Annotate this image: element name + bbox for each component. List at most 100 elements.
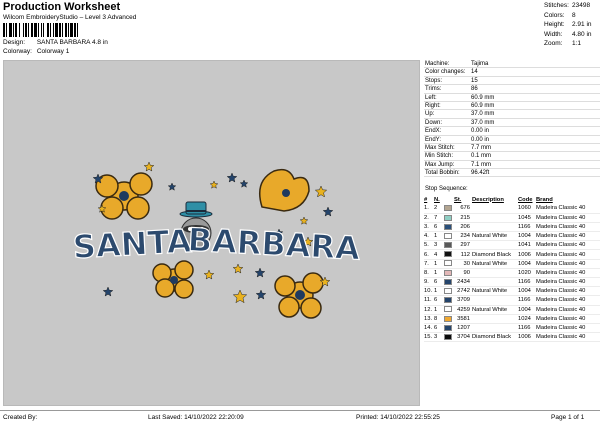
table-row: 14. 6 1207 1166 Madeira Classic 40 [424, 323, 600, 334]
info-label: Right: [425, 102, 441, 109]
row-index: 11. [424, 295, 434, 306]
info-value: 86 [471, 86, 478, 93]
row-swatch [444, 268, 454, 279]
table-row: 2. 7 215 1045 Madeira Classic 40 [424, 213, 600, 223]
info-row: Max Stitch: 7.7 mm [424, 144, 600, 153]
info-value: Tajima [471, 61, 489, 67]
info-label: Machine: [425, 61, 450, 67]
stat-label: Stitches: [544, 2, 569, 9]
machine-info: Machine: Tajima Color changes: 14 Stops: 15 Tr… [424, 60, 600, 178]
row-brand: Madeira Classic 40 [536, 286, 600, 297]
row-code: 1006 [518, 249, 536, 260]
row-brand: Madeira Classic 40 [536, 323, 600, 334]
stat-value: 23498 [572, 2, 591, 9]
col-needle: N. [434, 196, 440, 203]
row-stitches: 234 [454, 231, 472, 242]
info-label: Stops: [425, 77, 443, 84]
row-description [472, 314, 518, 324]
stat-colors: Colors: 8 [544, 11, 600, 21]
row-code: 1004 [518, 259, 536, 269]
row-brand: Madeira Classic 40 [536, 305, 600, 315]
info-value: 7.7 mm [471, 144, 492, 151]
flower-top-right [259, 168, 310, 212]
info-label: Total Bobbin: [425, 170, 460, 177]
color-swatch [444, 214, 452, 221]
color-swatch [444, 232, 452, 239]
info-row: Left: 60.9 mm [424, 94, 600, 102]
row-swatch [444, 204, 454, 214]
row-brand: Madeira Classic 40 [536, 204, 600, 214]
star-icon [254, 267, 266, 278]
table-row: 11. 6 3709 1166 Madeira Classic 40 [424, 295, 600, 306]
table-row: 1. 2 676 1060 Madeira Classic 40 [424, 204, 600, 214]
row-stitches: 676 [454, 204, 472, 214]
row-needle: 6 [434, 323, 444, 334]
color-swatch [444, 269, 452, 276]
star-icon [322, 206, 334, 217]
row-description [472, 213, 518, 223]
info-label: Max Stitch: [425, 144, 455, 151]
row-index: 3. [424, 222, 434, 233]
row-description: Natural White [472, 305, 518, 315]
row-brand: Madeira Classic 40 [536, 332, 600, 343]
row-brand: Madeira Classic 40 [536, 222, 600, 233]
row-description: Diamond Black [472, 249, 518, 260]
created-by: Created By: [3, 414, 38, 421]
row-needle: 7 [434, 213, 444, 223]
info-label: Up: [425, 111, 435, 118]
stat-label: Width: [544, 30, 563, 38]
stat-stitches: Stitches: 23498 [544, 1, 600, 11]
info-value: 60.9 mm [471, 94, 495, 101]
row-swatch [444, 259, 454, 269]
color-swatch [444, 251, 452, 258]
row-brand: Madeira Classic 40 [536, 249, 600, 260]
row-swatch [444, 277, 454, 288]
row-swatch [444, 240, 454, 251]
stat-width: Width: 4.80 in [544, 30, 600, 40]
info-row: Machine: Tajima [424, 60, 600, 69]
worksheet-header: Production Worksheet Wilcom EmbroiderySt… [0, 0, 600, 55]
info-row: EndX: 0.00 in [424, 127, 600, 136]
row-code: 1166 [518, 222, 536, 233]
row-needle: 1 [434, 268, 444, 279]
star-icon [203, 269, 215, 280]
last-saved: Last Saved: 14/10/2022 22:20:09 [148, 414, 244, 421]
info-label: Max Jump: [425, 161, 455, 168]
row-code: 1041 [518, 240, 536, 251]
col-brand: Brand [536, 196, 553, 203]
barcode [3, 23, 78, 37]
page-number: Page 1 of 1 [551, 414, 585, 421]
row-index: 14. [424, 323, 434, 334]
page-title: Production Worksheet [3, 1, 121, 13]
embroidery-design: SANTA BARBARA [71, 161, 362, 319]
star-icon [209, 180, 219, 189]
design-preview: SANTA BARBARA [3, 60, 420, 406]
row-index: 4. [424, 231, 434, 242]
col-description: Description [472, 196, 504, 203]
flower-bottom-left [152, 260, 194, 299]
info-row: Total Bobbin: 96.42ft [424, 169, 600, 178]
row-index: 8. [424, 268, 434, 279]
row-code: 1060 [518, 204, 536, 214]
star-icon [239, 179, 249, 188]
info-value: 7.1 mm [471, 161, 492, 168]
row-code: 1166 [518, 323, 536, 334]
row-brand: Madeira Classic 40 [536, 213, 600, 223]
row-stitches: 90 [454, 268, 472, 279]
row-swatch [444, 222, 454, 233]
info-row: Max Jump: 7.1 mm [424, 161, 600, 170]
row-code: 1004 [518, 286, 536, 297]
row-swatch [444, 295, 454, 306]
row-code: 1004 [518, 231, 536, 242]
color-swatch [444, 205, 452, 212]
info-row: Right: 60.9 mm [424, 102, 600, 111]
info-row: Min Stitch: 0.1 mm [424, 152, 600, 161]
table-row: 9. 6 2434 1166 Madeira Classic 40 [424, 277, 600, 288]
row-index: 6. [424, 249, 434, 260]
row-stitches: 215 [454, 213, 472, 223]
color-swatch [444, 333, 452, 340]
row-brand: Madeira Classic 40 [536, 314, 600, 324]
info-label: Color changes: [425, 69, 466, 76]
info-label: Trims: [425, 86, 442, 93]
row-brand: Madeira Classic 40 [536, 277, 600, 288]
